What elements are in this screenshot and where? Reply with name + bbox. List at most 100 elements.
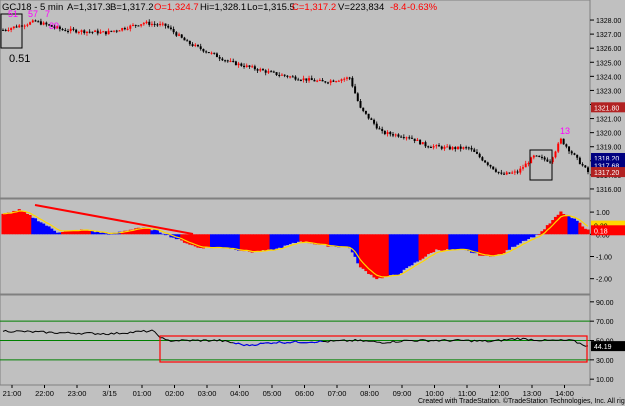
candle-body [199, 46, 202, 50]
candle-body [50, 25, 53, 27]
candle-body [150, 23, 153, 25]
osc-bar [234, 234, 238, 251]
osc-bar [451, 234, 455, 250]
candle-body [178, 34, 181, 36]
header-bar: GCJ18 - 5 min A=1,317.3 B=1,317.2 O=1,32… [2, 2, 438, 13]
ask-label: A=1,317.3 [67, 2, 111, 13]
candle-body [83, 30, 86, 34]
candle-body [359, 100, 362, 108]
change-label: -8.4 [390, 2, 406, 13]
candle-body [587, 167, 589, 173]
candle-body [402, 137, 405, 139]
candle-body [532, 155, 535, 158]
candle-body [462, 147, 465, 149]
candle-body [465, 147, 468, 149]
chart-window[interactable]: GCJ18 - 5 min A=1,317.3 B=1,317.2 O=1,32… [0, 0, 625, 406]
candle-body [159, 23, 162, 25]
close-label: C=1,317.2 [292, 2, 336, 13]
osc-bar [144, 228, 149, 235]
candle-body [140, 24, 143, 26]
osc-bar [410, 234, 414, 266]
candle-body [373, 119, 376, 124]
price-tag-label: 1317.20 [594, 170, 619, 177]
candle-body [503, 173, 506, 175]
bid-label: B=1,317.2 [110, 2, 154, 13]
osc-bar [380, 234, 384, 279]
candle-body [305, 78, 308, 81]
osc-bar [161, 233, 165, 235]
candle-body [161, 23, 164, 25]
osc-bar [107, 234, 111, 235]
candle-body [67, 30, 69, 32]
osc-tick-label: 1.00 [596, 210, 610, 217]
candle-body [573, 153, 576, 155]
candle-body [132, 24, 134, 26]
osc-bar [50, 228, 54, 235]
osc-bar [296, 234, 300, 242]
osc-bar [529, 234, 533, 238]
candle-body [443, 146, 446, 149]
osc-bar [572, 218, 577, 235]
candle-body [329, 80, 332, 83]
candle-body [229, 60, 232, 62]
candle-body [221, 58, 224, 61]
candle-body [386, 132, 389, 135]
osc-bar [23, 212, 27, 235]
osc-bar [155, 230, 159, 235]
candle-body [467, 147, 470, 149]
candle-body [134, 24, 137, 26]
candle-body [327, 82, 329, 84]
candle-body [164, 23, 167, 26]
osc-bar [63, 231, 67, 235]
candle-body [475, 151, 478, 154]
osc-bar [274, 234, 279, 249]
osc-bar [375, 234, 379, 280]
candle-body [337, 80, 340, 82]
osc-bar [318, 234, 322, 245]
candle-body [318, 79, 321, 81]
candle-body [581, 164, 584, 166]
candle-body [302, 78, 305, 81]
candle-body [494, 169, 497, 172]
osc-bar [247, 234, 252, 252]
osc-bar [9, 212, 13, 235]
candle-body [85, 31, 88, 34]
candle-body [232, 60, 235, 62]
price-tick-label: 1328.00 [596, 18, 621, 25]
osc-bar [47, 226, 51, 235]
osc-bar [369, 234, 373, 275]
candle-body [280, 74, 283, 76]
candle-body [392, 134, 394, 136]
osc-bar [386, 234, 390, 277]
candle-body [308, 78, 311, 81]
osc-bar [302, 234, 306, 243]
osc-bar [399, 234, 403, 274]
candle-body [172, 29, 175, 33]
osc-tick-label: -2.00 [596, 277, 612, 284]
candle-body [272, 71, 275, 73]
candle-body [554, 151, 557, 158]
candle-body [438, 145, 441, 147]
candle-body [419, 139, 422, 145]
osc-bar [261, 234, 265, 251]
candle-body [10, 28, 13, 30]
candle-body [205, 51, 208, 53]
candle-body [389, 132, 392, 135]
candle-body [286, 75, 289, 77]
annotation-top-2: 57 [28, 9, 38, 19]
rsi-tick-label: 70.00 [596, 319, 614, 326]
price-tick-label: 1324.00 [596, 74, 621, 81]
candle-body [123, 28, 126, 30]
candle-body [291, 76, 294, 78]
candle-body [408, 137, 411, 139]
osc-tick-label: -1.00 [596, 254, 612, 261]
osc-bar [12, 210, 16, 235]
candle-body [557, 143, 560, 152]
candle-body [64, 30, 67, 32]
candle-body [481, 157, 484, 161]
candle-body [129, 25, 132, 29]
osc-bar [415, 234, 419, 262]
osc-bar [521, 234, 525, 241]
osc-bar [559, 211, 563, 235]
osc-bar [299, 234, 303, 242]
